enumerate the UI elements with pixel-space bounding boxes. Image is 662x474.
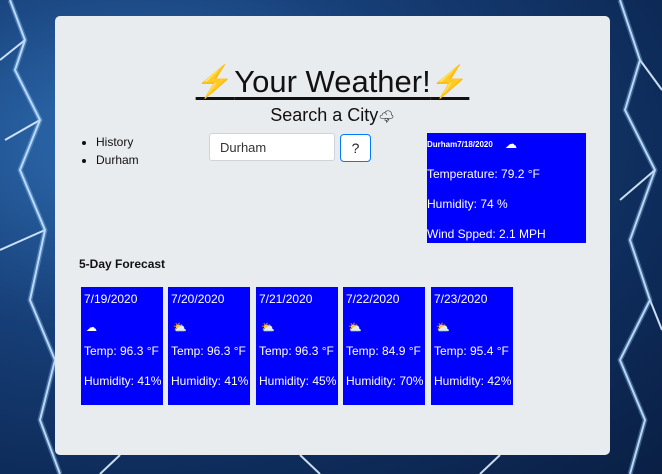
sun-cloud-icon: ⛅ xyxy=(436,322,450,334)
question-icon: ? xyxy=(351,140,360,156)
forecast-date: 7/20/2020 xyxy=(171,292,225,306)
subtitle-text: Search a City xyxy=(270,105,379,125)
forecast-temp: Temp: 96.3 °F xyxy=(84,344,159,358)
search-button[interactable]: ? xyxy=(340,134,371,162)
sun-cloud-icon: ⛅ xyxy=(348,322,362,334)
forecast-card: 7/21/2020 ⛅ Temp: 96.3 °F Humidity: 45% xyxy=(256,287,338,405)
cloud-icon: ☁ xyxy=(86,322,97,334)
forecast-temp: Temp: 96.3 °F xyxy=(171,344,246,358)
current-humidity: Humidity: 74 % xyxy=(427,197,508,211)
search-subtitle: Search a City🌩 xyxy=(55,105,610,126)
search-history-list: History Durham xyxy=(79,133,139,169)
lightning-icon: ⚡ xyxy=(195,64,235,99)
history-item[interactable]: Durham xyxy=(96,151,139,169)
forecast-card: 7/22/2020 ⛅ Temp: 84.9 °F Humidity: 70% xyxy=(343,287,425,405)
forecast-card: 7/23/2020 ⛅ Temp: 95.4 °F Humidity: 42% xyxy=(431,287,513,405)
forecast-temp: Temp: 95.4 °F xyxy=(434,344,509,358)
forecast-humidity: Humidity: 41% xyxy=(84,374,162,388)
forecast-date: 7/21/2020 xyxy=(259,292,313,306)
forecast-temp: Temp: 84.9 °F xyxy=(346,344,421,358)
sun-cloud-icon: ⛅ xyxy=(261,322,275,334)
sun-cloud-icon: ⛅ xyxy=(173,322,187,334)
forecast-date: 7/19/2020 xyxy=(84,292,138,306)
page-title: ⚡Your Weather!⚡ xyxy=(55,62,610,102)
current-wind: Wind Spped: 2.1 MPH xyxy=(427,227,546,241)
forecast-temp: Temp: 96.3 °F xyxy=(259,344,334,358)
current-weather-panel: Durham7/18/2020 ☁ Temperature: 79.2 °F H… xyxy=(427,133,586,243)
forecast-card: 7/19/2020 ☁ Temp: 96.3 °F Humidity: 41% xyxy=(81,287,163,405)
current-city-date: Durham7/18/2020 xyxy=(427,140,493,149)
forecast-date: 7/23/2020 xyxy=(434,292,488,306)
city-search-input[interactable] xyxy=(209,133,335,161)
cloud-icon: ☁ xyxy=(505,137,517,151)
forecast-humidity: Humidity: 41% xyxy=(171,374,249,388)
weather-card: ⚡Your Weather!⚡ Search a City🌩 History D… xyxy=(55,16,610,455)
history-item[interactable]: History xyxy=(96,133,139,151)
forecast-humidity: Humidity: 70% xyxy=(346,374,424,388)
forecast-card: 7/20/2020 ⛅ Temp: 96.3 °F Humidity: 41% xyxy=(168,287,250,405)
title-text: Your Weather! xyxy=(234,64,431,99)
forecast-humidity: Humidity: 45% xyxy=(259,374,337,388)
forecast-date: 7/22/2020 xyxy=(346,292,400,306)
current-temperature: Temperature: 79.2 °F xyxy=(427,167,540,181)
forecast-heading: 5-Day Forecast xyxy=(79,257,166,271)
forecast-humidity: Humidity: 42% xyxy=(434,374,512,388)
storm-cloud-icon: 🌩 xyxy=(378,109,395,124)
lightning-icon: ⚡ xyxy=(430,64,470,99)
